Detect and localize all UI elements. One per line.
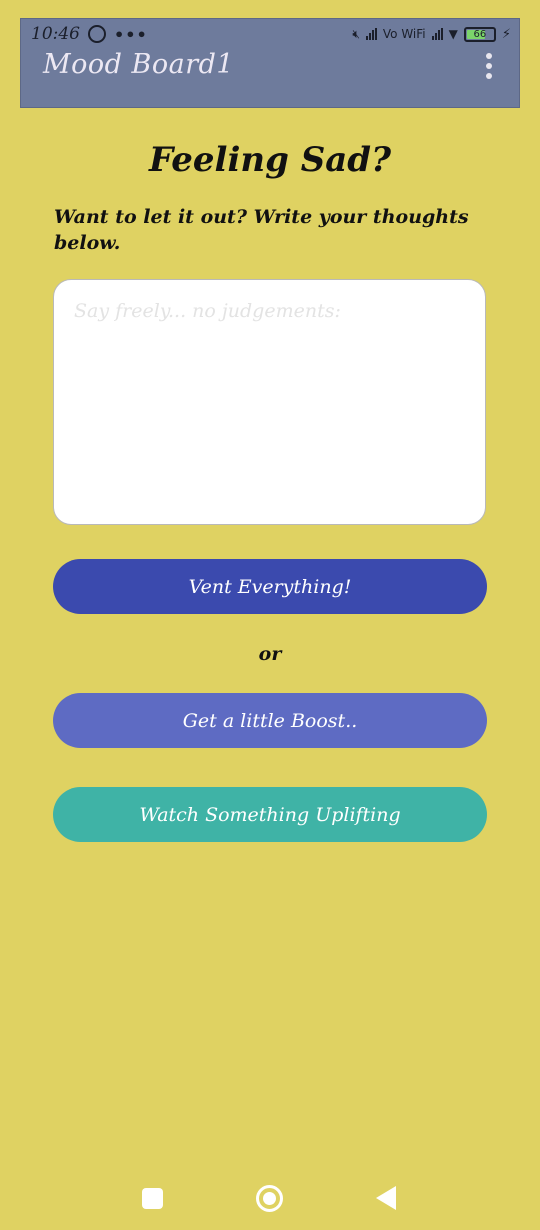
app-title: Mood Board1 (43, 49, 235, 80)
wifi-icon: ▼ (448, 27, 458, 41)
signal-icon (365, 28, 377, 40)
watch-uplifting-button[interactable]: Watch Something Uplifting (53, 787, 487, 842)
home-icon[interactable] (256, 1185, 283, 1212)
recents-icon[interactable] (142, 1188, 163, 1209)
vowifi-icon: Vo WiFi (382, 27, 426, 41)
battery-icon: 66 (463, 26, 496, 42)
or-label: or (258, 643, 282, 665)
page-title: Feeling Sad? (149, 140, 391, 180)
status-bar: 10:46 ••• 🔇︎ Vo WiFi ▼ 66 ⚡︎ (21, 19, 519, 49)
more-notifications-icon: ••• (114, 24, 148, 44)
signal-icon-2 (431, 28, 443, 40)
app-bar: 10:46 ••• 🔇︎ Vo WiFi ▼ 66 ⚡︎ Mood Board1 (20, 18, 520, 108)
boost-button[interactable]: Get a little Boost.. (53, 693, 487, 748)
back-icon[interactable] (376, 1186, 396, 1210)
whatsapp-icon (88, 25, 106, 43)
status-time: 10:46 (31, 24, 80, 44)
mute-icon: 🔇︎ (352, 26, 360, 41)
charging-icon: ⚡︎ (501, 26, 511, 42)
prompt-text: Want to let it out? Write your thoughts … (54, 206, 469, 254)
overflow-menu-icon[interactable] (481, 53, 497, 79)
vent-button[interactable]: Vent Everything! (53, 559, 487, 614)
thoughts-input[interactable] (53, 279, 486, 525)
system-nav-bar (0, 1170, 540, 1230)
